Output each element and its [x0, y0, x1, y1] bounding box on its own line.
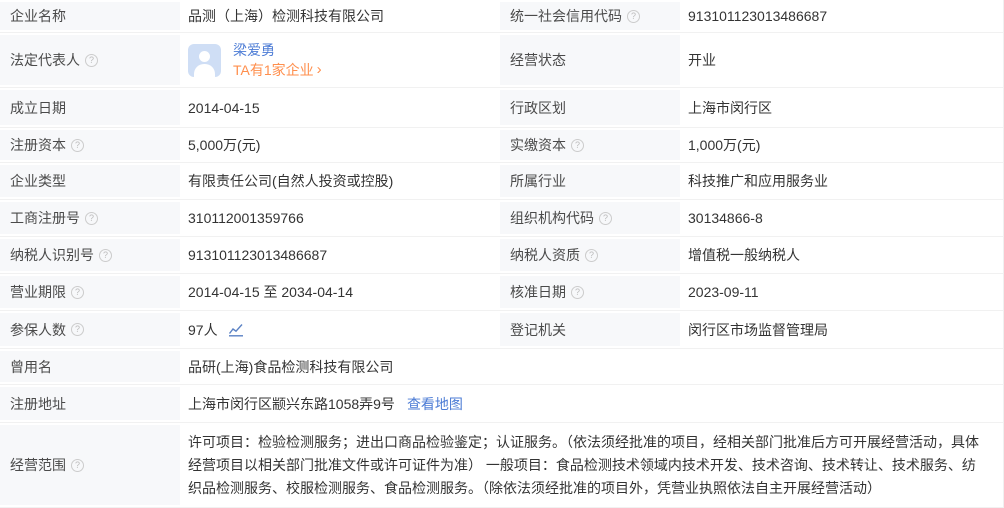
insured-count-value: 97人 [188, 321, 218, 338]
table-row: 注册地址 上海市闵行区颛兴东路1058弄9号 查看地图 [0, 385, 1003, 423]
help-icon[interactable]: ? [71, 323, 84, 336]
help-icon[interactable]: ? [85, 211, 98, 225]
table-row: 企业类型 有限责任公司(自然人投资或控股) 所属行业 科技推广和应用服务业 [0, 163, 1003, 200]
view-map-link[interactable]: 查看地图 [407, 394, 463, 414]
legal-rep-companies-text: TA有1家企业 [233, 62, 314, 78]
table-row: 工商注册号? 310112001359766 组织机构代码? 30134866-… [0, 200, 1003, 237]
org-code-value: 30134866-8 [688, 210, 763, 226]
table-row: 曾用名 品研(上海)食品检测科技有限公司 [0, 349, 1003, 385]
insured-count-label-cell: 参保人数? [0, 311, 180, 348]
table-row: 参保人数? 97人 登记机关 闵行区市场监督管理局 [0, 311, 1003, 349]
person-avatar-icon[interactable] [188, 43, 221, 77]
business-scope-label: 经营范围 [10, 457, 66, 473]
trend-chart-icon[interactable] [228, 323, 244, 337]
company-info-table: 企业名称 品测（上海）检测科技有限公司 统一社会信用代码? 9131011230… [0, 0, 1004, 508]
business-scope-value: 许可项目：检验检测服务；进出口商品检验鉴定；认证服务。（依法须经批准的项目，经相… [188, 433, 979, 496]
business-term-label: 营业期限 [10, 284, 66, 300]
legal-rep-value-cell: 梁爱勇 TA有1家企业 › [180, 33, 500, 87]
former-name-value: 品研(上海)食品检测科技有限公司 [188, 358, 394, 375]
help-icon[interactable]: ? [71, 458, 84, 472]
status-label-cell: 经营状态 [500, 33, 680, 87]
company-type-label: 企业类型 [10, 173, 66, 189]
help-icon[interactable]: ? [627, 9, 640, 23]
help-icon[interactable]: ? [85, 53, 98, 67]
reg-capital-label: 注册资本 [10, 137, 66, 153]
status-label: 经营状态 [510, 52, 566, 68]
admin-division-value: 上海市闵行区 [688, 99, 772, 116]
company-type-value: 有限责任公司(自然人投资或控股) [188, 173, 394, 189]
legal-rep-label: 法定代表人 [10, 52, 80, 68]
business-term-value: 2014-04-15 至 2034-04-14 [188, 284, 354, 300]
help-icon[interactable]: ? [71, 285, 84, 299]
table-row: 经营范围? 许可项目：检验检测服务；进出口商品检验鉴定；认证服务。（依法须经批准… [0, 423, 1003, 508]
credit-code-value: 913101123013486687 [688, 8, 828, 24]
help-icon[interactable]: ? [571, 285, 584, 299]
help-icon[interactable]: ? [71, 138, 84, 152]
business-scope-label-cell: 经营范围? [0, 423, 180, 507]
taxpayer-quality-label-cell: 纳税人资质? [500, 237, 680, 273]
table-row: 营业期限? 2014-04-15 至 2034-04-14 核准日期? 2023… [0, 274, 1003, 311]
industry-value: 科技推广和应用服务业 [688, 173, 828, 189]
credit-code-label: 统一社会信用代码 [510, 8, 622, 24]
reg-number-label: 工商注册号 [10, 210, 80, 226]
reg-address-value-cell: 上海市闵行区颛兴东路1058弄9号 查看地图 [180, 385, 1003, 422]
paid-capital-label: 实缴资本 [510, 137, 566, 153]
former-name-label: 曾用名 [10, 358, 52, 375]
reg-address-label-cell: 注册地址 [0, 385, 180, 422]
approval-date-value: 2023-09-11 [688, 284, 759, 300]
reg-capital-value: 5,000万(元) [188, 137, 261, 153]
help-icon[interactable]: ? [99, 248, 112, 262]
approval-date-label-cell: 核准日期? [500, 274, 680, 310]
status-value: 开业 [688, 52, 716, 68]
business-term-label-cell: 营业期限? [0, 274, 180, 310]
reg-authority-label: 登记机关 [510, 321, 566, 338]
reg-number-label-cell: 工商注册号? [0, 200, 180, 236]
credit-code-label-cell: 统一社会信用代码? [500, 0, 680, 32]
help-icon[interactable]: ? [571, 138, 584, 152]
table-row: 注册资本? 5,000万(元) 实缴资本? 1,000万(元) [0, 128, 1003, 163]
reg-capital-label-cell: 注册资本? [0, 128, 180, 162]
insured-count-value-cell: 97人 [180, 311, 500, 348]
est-date-value: 2014-04-15 [188, 99, 260, 116]
company-name-label: 企业名称 [10, 8, 66, 24]
reg-authority-label-cell: 登记机关 [500, 311, 680, 348]
table-row: 纳税人识别号? 913101123013486687 纳税人资质? 增值税一般纳… [0, 237, 1003, 274]
est-date-label: 成立日期 [10, 99, 66, 116]
industry-label-cell: 所属行业 [500, 163, 680, 199]
company-name-label-cell: 企业名称 [0, 0, 180, 32]
reg-address-value: 上海市闵行区颛兴东路1058弄9号 [188, 395, 395, 412]
paid-capital-label-cell: 实缴资本? [500, 128, 680, 162]
reg-authority-value: 闵行区市场监督管理局 [688, 321, 828, 338]
org-code-label-cell: 组织机构代码? [500, 200, 680, 236]
industry-label: 所属行业 [510, 173, 566, 189]
insured-count-label: 参保人数 [10, 321, 66, 338]
table-row: 成立日期 2014-04-15 行政区划 上海市闵行区 [0, 88, 1003, 128]
company-name-value: 品测（上海）检测科技有限公司 [188, 8, 384, 24]
reg-number-value: 310112001359766 [188, 210, 304, 226]
legal-rep-label-cell: 法定代表人? [0, 33, 180, 87]
company-type-label-cell: 企业类型 [0, 163, 180, 199]
table-row: 法定代表人? 梁爱勇 TA有1家企业 › 经营状态 开业 [0, 33, 1003, 88]
approval-date-label: 核准日期 [510, 284, 566, 300]
taxpayer-id-value: 913101123013486687 [188, 247, 328, 263]
help-icon[interactable]: ? [599, 211, 612, 225]
legal-rep-companies-link[interactable]: TA有1家企业 › [233, 61, 322, 79]
former-name-label-cell: 曾用名 [0, 349, 180, 384]
org-code-label: 组织机构代码 [510, 210, 594, 226]
help-icon[interactable]: ? [585, 248, 598, 262]
chevron-right-icon: › [316, 61, 322, 78]
est-date-label-cell: 成立日期 [0, 88, 180, 127]
taxpayer-id-label-cell: 纳税人识别号? [0, 237, 180, 273]
taxpayer-quality-value: 增值税一般纳税人 [688, 247, 800, 263]
admin-division-label: 行政区划 [510, 99, 566, 116]
table-row: 企业名称 品测（上海）检测科技有限公司 统一社会信用代码? 9131011230… [0, 0, 1003, 33]
reg-address-label: 注册地址 [10, 395, 66, 412]
taxpayer-quality-label: 纳税人资质 [510, 247, 580, 263]
admin-division-label-cell: 行政区划 [500, 88, 680, 127]
legal-rep-name-link[interactable]: 梁爱勇 [233, 41, 322, 59]
paid-capital-value: 1,000万(元) [688, 137, 761, 153]
taxpayer-id-label: 纳税人识别号 [10, 247, 94, 263]
